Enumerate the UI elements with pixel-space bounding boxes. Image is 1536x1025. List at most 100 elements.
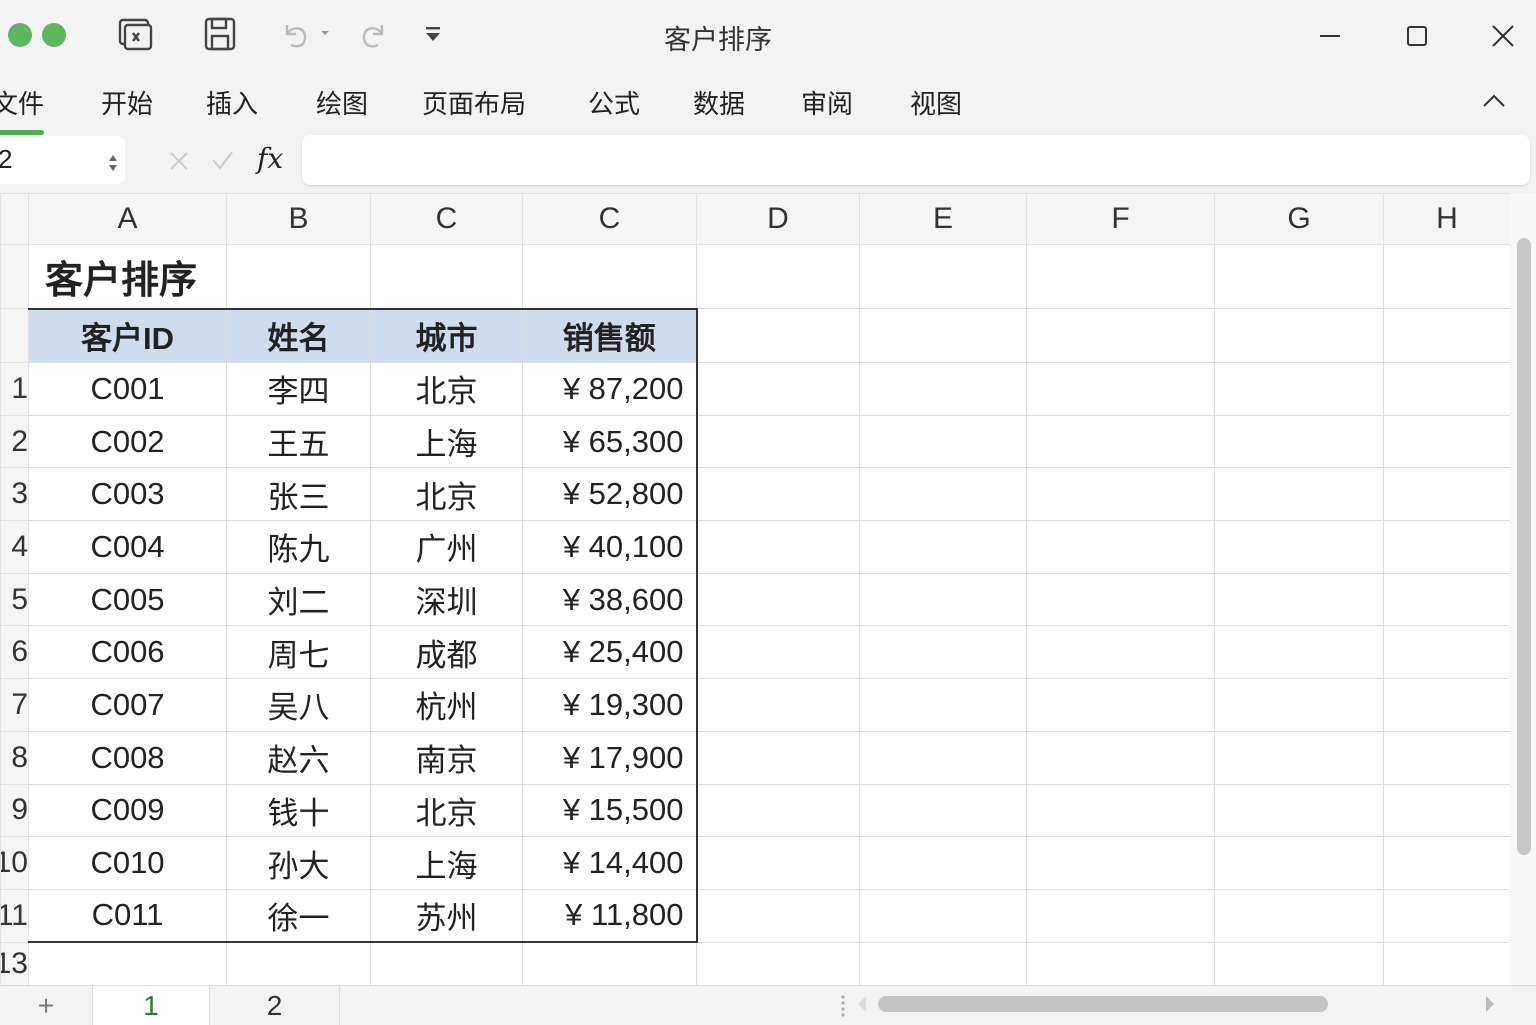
cell[interactable]	[1383, 625, 1511, 680]
sales-cell[interactable]: ¥ 25,400	[522, 625, 698, 680]
cell[interactable]	[1026, 730, 1215, 785]
scroll-right-icon[interactable]	[1484, 996, 1496, 1012]
cell[interactable]	[1026, 625, 1215, 680]
close-icon[interactable]	[1485, 18, 1521, 54]
tab-draw[interactable]: 绘图	[316, 84, 368, 121]
sales-cell[interactable]: ¥ 14,400	[522, 836, 698, 890]
cell[interactable]	[226, 941, 371, 987]
cell[interactable]	[1026, 783, 1215, 838]
sales-cell[interactable]: ¥ 87,200	[522, 362, 698, 416]
cell[interactable]	[1026, 308, 1215, 363]
name-cell[interactable]: 张三	[226, 467, 371, 522]
name-cell[interactable]: 周七	[226, 625, 371, 680]
name-cell[interactable]: 王五	[226, 414, 371, 469]
cell[interactable]	[1383, 836, 1511, 890]
collapse-ribbon-icon[interactable]	[1476, 82, 1512, 118]
cell[interactable]	[1214, 678, 1384, 732]
cell[interactable]	[696, 572, 860, 627]
minimize-icon[interactable]	[1312, 18, 1348, 54]
cell[interactable]	[1026, 888, 1215, 943]
customer-id-cell[interactable]: C001	[28, 362, 227, 416]
customer-id-cell[interactable]: C010	[28, 836, 227, 890]
column-header[interactable]: H	[1383, 193, 1511, 245]
sales-cell[interactable]: ¥ 15,500	[522, 783, 698, 838]
cell[interactable]	[696, 941, 860, 987]
cell[interactable]	[696, 730, 860, 785]
cell[interactable]	[1026, 362, 1215, 416]
tab-view[interactable]: 视图	[910, 84, 962, 121]
cell[interactable]	[1026, 467, 1215, 522]
cell[interactable]	[1214, 941, 1384, 987]
city-cell[interactable]: 上海	[370, 836, 523, 890]
cell[interactable]	[1214, 362, 1384, 416]
cell[interactable]	[1026, 520, 1215, 574]
column-header[interactable]: D	[696, 193, 860, 245]
city-cell[interactable]: 北京	[370, 362, 523, 416]
sheet-tab-2[interactable]: 2	[210, 986, 340, 1025]
tab-review[interactable]: 审阅	[801, 84, 853, 121]
row-number[interactable]: 2	[0, 414, 29, 469]
vertical-scrollbar[interactable]	[1517, 238, 1531, 855]
name-box[interactable]: 2	[0, 136, 125, 184]
cell[interactable]	[1214, 414, 1384, 469]
cell[interactable]	[1214, 520, 1384, 574]
cell[interactable]	[1383, 520, 1511, 574]
name-cell[interactable]: 钱十	[226, 783, 371, 838]
row-number[interactable]	[0, 244, 29, 309]
cell[interactable]	[1383, 362, 1511, 416]
cell[interactable]	[1214, 836, 1384, 890]
tab-insert[interactable]: 插入	[206, 84, 258, 121]
sales-cell[interactable]: ¥ 19,300	[522, 678, 698, 732]
cell[interactable]	[1383, 783, 1511, 838]
cell[interactable]	[859, 362, 1027, 416]
customer-id-cell[interactable]: C003	[28, 467, 227, 522]
column-header[interactable]: A	[28, 193, 227, 245]
cell[interactable]	[1214, 244, 1384, 309]
column-header[interactable]: B	[226, 193, 371, 245]
cell[interactable]	[370, 941, 523, 987]
cell[interactable]	[28, 941, 227, 987]
column-header[interactable]: C	[522, 193, 697, 245]
customer-id-cell[interactable]: C007	[28, 678, 227, 732]
cell[interactable]	[1383, 467, 1511, 522]
tab-home[interactable]: 开始	[101, 84, 153, 121]
sales-cell[interactable]: ¥ 65,300	[522, 414, 698, 469]
name-cell[interactable]: 赵六	[226, 730, 371, 785]
name-cell[interactable]: 吴八	[226, 678, 371, 732]
row-number[interactable]: 11	[0, 888, 29, 943]
city-cell[interactable]: 北京	[370, 783, 523, 838]
header-cell[interactable]: 客户ID	[28, 307, 227, 363]
city-cell[interactable]: 苏州	[370, 888, 523, 944]
row-number[interactable]: 6	[0, 625, 29, 680]
cell[interactable]	[1383, 572, 1511, 627]
city-cell[interactable]: 广州	[370, 520, 523, 574]
cell[interactable]	[859, 836, 1027, 890]
customer-id-cell[interactable]: C006	[28, 625, 227, 680]
cell[interactable]	[859, 783, 1027, 838]
customer-id-cell[interactable]: C011	[28, 888, 227, 944]
row-number[interactable]: 8	[0, 730, 29, 785]
cell[interactable]	[859, 244, 1027, 309]
column-header[interactable]: G	[1214, 193, 1384, 245]
cell[interactable]	[1026, 414, 1215, 469]
cell[interactable]	[1026, 678, 1215, 732]
select-all-corner[interactable]	[0, 193, 29, 245]
cell[interactable]	[859, 467, 1027, 522]
spreadsheet-grid[interactable]: A B C C D E F G H 客户排序 客户ID 姓名 城市 销售额 1 C001 李四 北京 ¥ 87,20…	[0, 193, 1511, 987]
cell[interactable]	[696, 888, 860, 943]
city-cell[interactable]: 北京	[370, 467, 523, 522]
cell[interactable]	[1383, 244, 1511, 309]
cell[interactable]	[859, 625, 1027, 680]
customer-id-cell[interactable]: C005	[28, 572, 227, 627]
cell[interactable]	[1383, 888, 1511, 943]
column-header[interactable]: C	[370, 193, 523, 245]
cell[interactable]	[522, 244, 697, 309]
cell[interactable]	[696, 520, 860, 574]
customer-id-cell[interactable]: C008	[28, 730, 227, 785]
cell[interactable]	[859, 308, 1027, 363]
cell[interactable]	[859, 520, 1027, 574]
cell[interactable]	[1214, 572, 1384, 627]
cell[interactable]	[1214, 730, 1384, 785]
cell[interactable]	[1026, 572, 1215, 627]
city-cell[interactable]: 杭州	[370, 678, 523, 732]
